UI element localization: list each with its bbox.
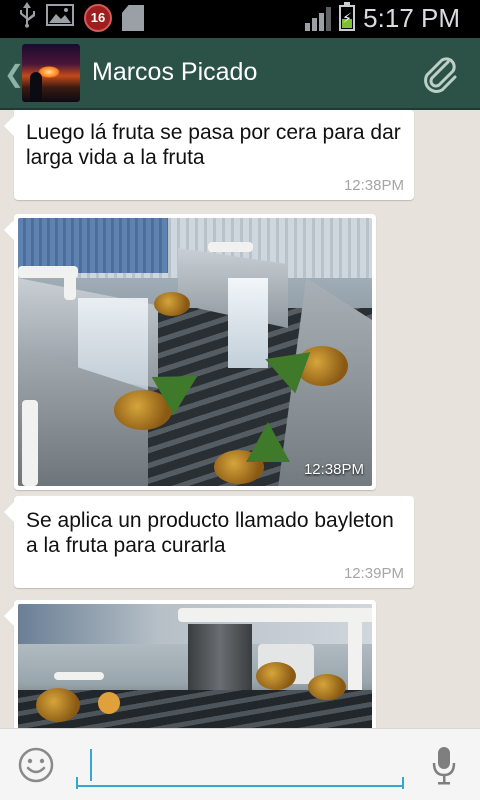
- message-time: 12:38PM: [343, 177, 404, 194]
- usb-icon: [18, 1, 36, 35]
- image-icon: [46, 3, 74, 33]
- message-bubble[interactable]: Se aplica un producto llamado bayleton a…: [4, 496, 414, 588]
- message-input[interactable]: [76, 743, 404, 787]
- image-message[interactable]: [4, 600, 376, 728]
- composer-bar: [0, 728, 480, 800]
- microphone-icon[interactable]: [430, 743, 458, 787]
- contact-name[interactable]: Marcos Picado: [92, 58, 257, 87]
- message-list[interactable]: Luego lá fruta se pasa por cera para dar…: [0, 110, 480, 728]
- emoji-icon[interactable]: [18, 747, 54, 783]
- chat-header: ❮ Marcos Picado: [0, 38, 480, 110]
- text-caret: [90, 749, 92, 781]
- avatar[interactable]: [22, 44, 80, 102]
- message-time: 12:39PM: [343, 565, 404, 582]
- status-bar: 16 ⚡ 5:17 PM: [0, 0, 480, 38]
- image-message[interactable]: 12:38PM: [4, 214, 376, 490]
- message-photo[interactable]: 12:38PM: [18, 218, 372, 486]
- input-underline-left: [76, 777, 78, 789]
- battery-charging-icon: ⚡: [339, 2, 356, 31]
- paperclip-icon[interactable]: [418, 52, 462, 96]
- input-underline-right: [402, 777, 404, 789]
- message-bubble[interactable]: Luego lá fruta se pasa por cera para dar…: [4, 110, 414, 200]
- message-text: Luego lá fruta se pasa por cera para dar…: [26, 121, 401, 169]
- signal-icon: [305, 5, 332, 31]
- sd-card-icon: [122, 5, 144, 31]
- message-photo[interactable]: [18, 604, 372, 728]
- status-time: 5:17 PM: [363, 2, 460, 33]
- message-time: 12:38PM: [303, 461, 364, 478]
- notification-badge: 16: [84, 4, 112, 32]
- message-text: Se aplica un producto llamado bayleton a…: [26, 509, 394, 557]
